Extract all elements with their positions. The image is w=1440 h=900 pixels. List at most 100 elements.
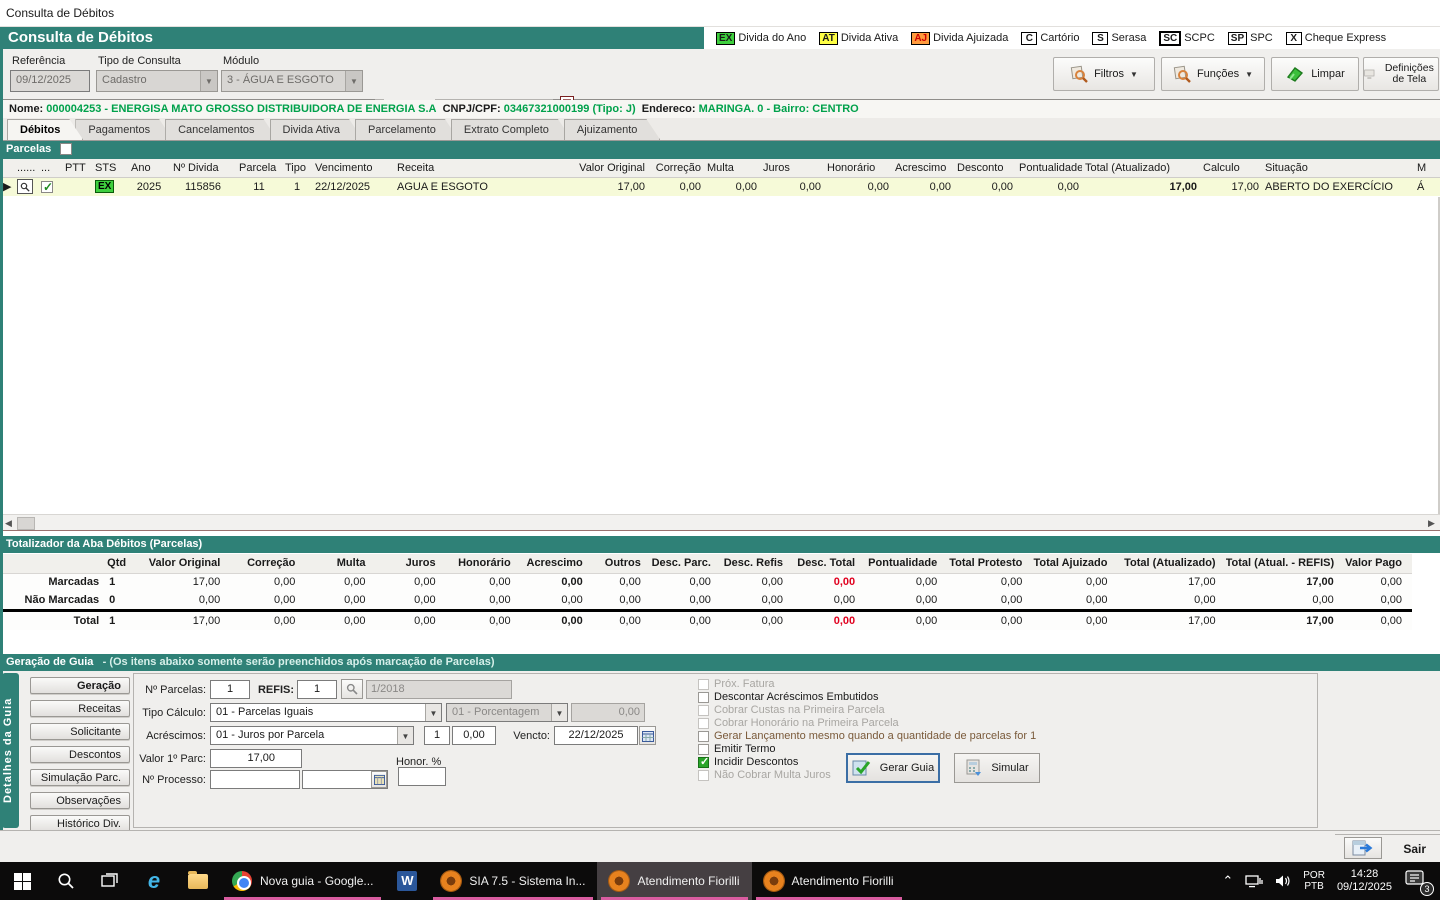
nav-receitas-button[interactable]: Receitas [30, 700, 130, 717]
honor-field[interactable] [398, 767, 446, 786]
checkbox-descontar-acrescimos[interactable]: Descontar Acréscimos Embutidos [698, 691, 878, 703]
refis-search-button[interactable] [341, 679, 363, 699]
porcentagem-valor-field: 0,00 [571, 703, 645, 722]
chevron-down-icon[interactable]: ▼ [425, 704, 441, 721]
row-mark-checkbox[interactable] [41, 181, 53, 193]
scroll-left-button[interactable]: ◀ [1, 516, 16, 530]
checkbox-icon [698, 718, 709, 729]
checkbox-prox-fatura[interactable]: Próx. Fatura [698, 678, 775, 690]
tab-divida-ativa[interactable]: Divida Ativa [270, 119, 363, 140]
checkbox-icon[interactable] [698, 692, 709, 703]
processo-label: Nº Processo: [136, 774, 206, 786]
taskbar-app-chrome[interactable]: Nova guia - Google... [220, 862, 385, 900]
folder-icon [188, 874, 208, 889]
processo-field[interactable] [210, 770, 300, 789]
limpar-button[interactable]: Limpar [1271, 57, 1359, 91]
tab-pagamentos[interactable]: Pagamentos [75, 119, 173, 140]
table-row[interactable]: ▶ EX 2025 115856 11 1 22/12/2025 AGUA E … [0, 177, 1440, 196]
chevron-down-icon: ▼ [551, 704, 567, 721]
parcelas-table: ...... ... PTT STS Ano Nº Divida Parcela… [0, 159, 1440, 196]
scroll-right-button[interactable]: ▶ [1424, 516, 1439, 530]
task-view-icon [101, 872, 119, 890]
sair-button[interactable] [1344, 837, 1382, 859]
referencia-field[interactable]: 09/12/2025 [10, 70, 90, 92]
vencto-field[interactable]: 22/12/2025 [554, 726, 638, 745]
taskbar-app-atendimento-1[interactable]: Atendimento Fiorilli [597, 862, 751, 900]
valor-parc-field[interactable]: 17,00 [210, 749, 302, 768]
acrescimos-qtd-field[interactable]: 1 [424, 726, 450, 745]
processo-calendar-button[interactable] [371, 771, 387, 788]
start-button[interactable] [0, 862, 44, 900]
totalizador-row-total: Total 1 17,00 0,00 0,00 0,00 0,00 0,00 0… [0, 612, 1412, 630]
cliente-info-bar: Nome: 000004253 - ENERGISA MATO GROSSO D… [0, 100, 1440, 118]
detalhes-da-guia-tab[interactable]: Detalhes da Guia [2, 673, 19, 828]
sp-badge: SP [1228, 32, 1247, 45]
checkbox-checked-icon[interactable] [698, 757, 709, 768]
file-explorer-button[interactable] [176, 862, 220, 900]
checkbox-incidir-descontos[interactable]: Incidir Descontos [698, 756, 798, 768]
simular-button[interactable]: Simular [954, 753, 1040, 783]
checkbox-emitir-termo[interactable]: Emitir Termo [698, 743, 776, 755]
window-titlebar: Consulta de Débitos [0, 0, 1440, 27]
taskbar-app-word[interactable]: W [385, 862, 429, 900]
search-icon [346, 683, 358, 695]
checkbox-gerar-lancamento[interactable]: Gerar Lançamento mesmo quando a quantida… [698, 730, 1036, 742]
speaker-icon[interactable] [1275, 874, 1291, 888]
chevron-down-icon[interactable]: ▼ [200, 71, 217, 91]
nav-observacoes-button[interactable]: Observações [30, 792, 130, 809]
eraser-icon [1285, 65, 1305, 83]
taskbar-search-button[interactable] [44, 862, 88, 900]
scrollbar-thumb[interactable] [17, 517, 35, 530]
refis-field[interactable]: 1 [297, 680, 337, 699]
tab-cancelamentos[interactable]: Cancelamentos [165, 119, 277, 140]
nav-geracao-button[interactable]: Geração [30, 677, 130, 694]
funcoes-button[interactable]: Funções▼ [1161, 57, 1265, 91]
acrescimos-valor-field[interactable]: 0,00 [452, 726, 496, 745]
language-indicator[interactable]: PORPTB [1303, 870, 1325, 892]
definicoes-tela-button[interactable]: Definições de Tela [1363, 57, 1439, 91]
checkbox-icon[interactable] [698, 744, 709, 755]
network-icon[interactable] [1245, 874, 1263, 888]
gerar-guia-button[interactable]: Gerar Guia [846, 753, 940, 783]
tab-extrato-completo[interactable]: Extrato Completo [451, 119, 572, 140]
taskbar-app-sia[interactable]: SIA 7.5 - Sistema In... [429, 862, 597, 900]
taskbar-app-atendimento-2[interactable]: Atendimento Fiorilli [752, 862, 906, 900]
chevron-down-icon[interactable]: ▼ [345, 71, 362, 91]
filter-bar: Referência 09/12/2025 Tipo de Consulta C… [0, 49, 1440, 100]
taskbar-clock[interactable]: 14:2809/12/2025 [1337, 868, 1392, 894]
filtros-button[interactable]: Filtros▼ [1053, 57, 1155, 91]
sair-label[interactable]: Sair [1403, 842, 1426, 856]
system-tray: ⌃ PORPTB 14:2809/12/2025 3 [1222, 868, 1440, 894]
sc-badge: SC [1159, 31, 1181, 46]
chevron-down-icon[interactable]: ▼ [397, 727, 413, 744]
checkbox-icon[interactable] [698, 731, 709, 742]
tipo-calculo-select[interactable]: 01 - Parcelas Iguais▼ [210, 703, 442, 722]
horizontal-scrollbar[interactable]: ◀ ▶ [0, 514, 1440, 531]
totalizador-row-marcadas: Marcadas 1 17,00 0,00 0,00 0,00 0,00 0,0… [0, 573, 1412, 591]
nav-solicitante-button[interactable]: Solicitante [30, 723, 130, 740]
nav-descontos-button[interactable]: Descontos [30, 746, 130, 763]
legend-divida-ajuizada: AJDivida Ajuizada [911, 32, 1008, 45]
tab-ajuizamento[interactable]: Ajuizamento [564, 119, 661, 140]
parcelas-checkbox[interactable] [60, 143, 72, 155]
vencto-calendar-button[interactable] [639, 726, 656, 745]
task-view-button[interactable] [88, 862, 132, 900]
internet-explorer-button[interactable]: e [132, 862, 176, 900]
nav-simulacao-button[interactable]: Simulação Parc. [30, 769, 130, 786]
acrescimos-select[interactable]: 01 - Juros por Parcela▼ [210, 726, 414, 745]
screen: Consulta de Débitos Consulta de Débitos … [0, 0, 1440, 900]
vencto-label: Vencto: [506, 730, 550, 742]
geracao-section-bar: Geração de Guia - (Os itens abaixo somen… [0, 654, 1440, 671]
refis-label: REFIS: [256, 684, 294, 696]
tab-parcelamento[interactable]: Parcelamento [355, 119, 459, 140]
row-zoom-button[interactable] [17, 179, 33, 194]
tipo-consulta-select[interactable]: Cadastro▼ [96, 70, 218, 92]
checkbox-cobrar-custas: Cobrar Custas na Primeira Parcela [698, 704, 885, 716]
notification-center-button[interactable]: 3 [1404, 869, 1430, 893]
table-header-row: ...... ... PTT STS Ano Nº Divida Parcela… [0, 159, 1440, 177]
tab-debitos[interactable]: Débitos [7, 119, 83, 140]
n-parcelas-field[interactable]: 1 [210, 680, 250, 699]
tray-chevron-icon[interactable]: ⌃ [1222, 873, 1233, 889]
checkbox-icon[interactable] [698, 679, 709, 690]
modulo-select[interactable]: 3 - ÁGUA E ESGOTO▼ [221, 70, 363, 92]
